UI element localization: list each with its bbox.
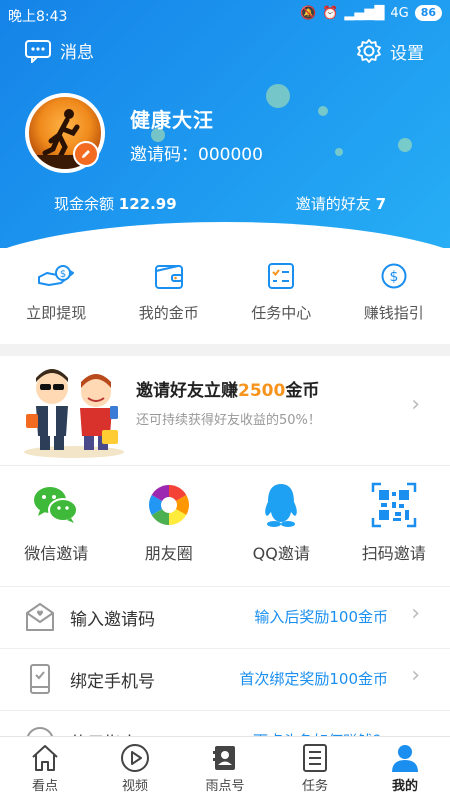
banner-title-suffix: 金币	[285, 381, 320, 401]
pencil-icon	[82, 150, 90, 158]
tab-mine[interactable]: 我的	[360, 737, 450, 800]
settings-label: 设置	[390, 43, 424, 64]
quick-task-center[interactable]: 任务中心	[225, 258, 338, 338]
tab-home[interactable]: 看点	[0, 737, 90, 800]
header-curve	[0, 222, 450, 248]
profile-header: 晚上8:43 🔕 ⏰ ▂▄▆█ 4G 86 消息 设置 健康大汪 邀请码：000…	[0, 0, 450, 248]
row-title: 绑定手机号	[70, 672, 155, 692]
tab-label: 看点	[31, 779, 58, 794]
tab-label: 我的	[391, 779, 418, 794]
row-value: 输入后奖励100金币	[254, 608, 388, 626]
row-title: 输入邀请码	[70, 610, 155, 630]
bind-phone-row[interactable]: 绑定手机号 首次绑定奖励100金币 ›	[0, 648, 450, 710]
cash-value: 122.99	[118, 195, 177, 213]
chevron-right-icon: ›	[411, 392, 420, 417]
play-icon	[121, 744, 149, 772]
banner-subtitle: 还可持续获得好友收益的50%！	[136, 413, 321, 428]
quick-label: 立即提现	[26, 304, 87, 322]
edit-avatar-button[interactable]	[73, 141, 99, 167]
quick-withdraw[interactable]: $ 立即提现	[0, 258, 113, 338]
envelope-icon	[26, 603, 54, 631]
gear-icon	[357, 39, 381, 63]
moments-icon	[148, 485, 189, 525]
banner-title: 邀请好友立赚2500金币	[136, 376, 319, 401]
friends-label: 邀请的好友	[295, 195, 371, 213]
quick-label: 赚钱指引	[363, 304, 424, 322]
messages-button[interactable]: 消息	[24, 38, 94, 63]
checklist-icon	[268, 263, 295, 289]
decorative-coin	[318, 106, 328, 116]
invited-friends[interactable]: 邀请的好友 7	[296, 193, 386, 214]
messages-label: 消息	[60, 43, 94, 63]
quick-label: 我的金币	[138, 304, 199, 322]
tab-video[interactable]: 视频	[90, 737, 180, 800]
username: 健康大汪	[130, 108, 214, 132]
invite-code: 邀请码：000000	[130, 145, 263, 165]
network-type: 4G	[390, 5, 409, 21]
share-wechat[interactable]: 微信邀请	[0, 478, 113, 578]
tab-label: 任务	[301, 779, 328, 794]
share-options: 微信邀请 朋友圈 QQ邀请 扫码邀请	[0, 478, 450, 578]
wechat-icon	[34, 487, 79, 523]
battery-indicator: 86	[414, 5, 442, 21]
wallet-icon	[154, 265, 183, 289]
quick-actions: $ 立即提现 我的金币 任务中心 $ 赚钱指引	[0, 258, 450, 338]
svg-text:$: $	[389, 269, 398, 285]
cash-label: 现金余额	[54, 195, 115, 213]
two-friends-illustration-icon	[24, 369, 124, 458]
task-list-icon	[303, 744, 327, 772]
share-qrcode[interactable]: 扫码邀请	[338, 478, 450, 578]
home-icon	[32, 745, 58, 771]
share-moments[interactable]: 朋友圈	[113, 478, 226, 578]
enter-invite-code-row[interactable]: 输入邀请码 输入后奖励100金币 ›	[0, 586, 450, 648]
tab-label: 雨点号	[205, 779, 245, 794]
qq-icon	[265, 484, 298, 527]
message-icon	[25, 39, 51, 63]
dollar-circle-icon: $	[381, 263, 407, 289]
decorative-coin	[398, 138, 412, 152]
tab-label: 视频	[121, 779, 148, 794]
withdraw-icon: $	[38, 265, 75, 286]
share-label: 微信邀请	[24, 544, 89, 563]
decorative-coin	[266, 84, 290, 108]
signal-icon: ▂▄▆█	[344, 5, 385, 21]
cash-balance[interactable]: 现金余额 122.99	[54, 193, 177, 214]
friends-value: 7	[375, 195, 386, 213]
settings-button[interactable]: 设置	[356, 38, 424, 64]
share-label: 朋友圈	[144, 544, 193, 563]
share-qq[interactable]: QQ邀请	[225, 478, 338, 578]
section-divider	[0, 344, 450, 356]
decorative-coin	[335, 148, 343, 156]
chevron-right-icon: ›	[411, 663, 420, 688]
banner-title-highlight: 2500	[238, 381, 286, 401]
tab-tasks[interactable]: 任务	[270, 737, 360, 800]
profile-card-icon	[213, 746, 235, 770]
status-time: 晚上8:43	[8, 9, 68, 25]
status-bar: 晚上8:43 🔕 ⏰ ▂▄▆█ 4G 86	[0, 0, 450, 30]
bottom-tab-bar: 看点 视频 雨点号 任务 我的	[0, 736, 450, 800]
mute-icon: 🔕	[299, 5, 317, 21]
svg-text:$: $	[60, 269, 66, 280]
banner-title-prefix: 邀请好友立赚	[136, 381, 238, 401]
chevron-right-icon: ›	[411, 601, 420, 626]
quick-my-coins[interactable]: 我的金币	[113, 258, 226, 338]
share-label: QQ邀请	[252, 544, 310, 563]
qrcode-icon	[371, 482, 416, 528]
tab-channel[interactable]: 雨点号	[180, 737, 270, 800]
row-value: 首次绑定奖励100金币	[239, 670, 388, 688]
user-icon	[392, 745, 418, 772]
share-label: 扫码邀请	[361, 544, 426, 563]
quick-label: 任务中心	[251, 304, 312, 322]
quick-earning-guide[interactable]: $ 赚钱指引	[338, 258, 450, 338]
invite-banner[interactable]: 邀请好友立赚2500金币 还可持续获得好友收益的50%！ ›	[0, 356, 450, 466]
phone-icon	[30, 664, 50, 694]
alarm-icon: ⏰	[322, 5, 339, 21]
